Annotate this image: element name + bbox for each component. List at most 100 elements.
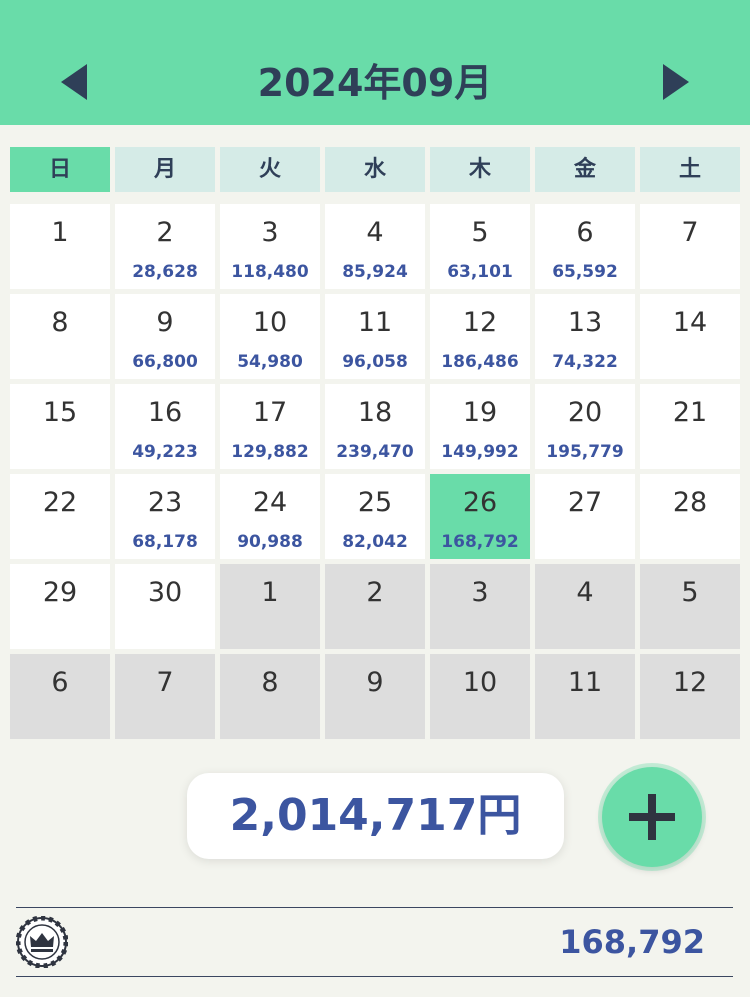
calendar-day-cell[interactable]: 12 186,486: [430, 294, 530, 379]
calendar-day-cell[interactable]: 21: [640, 384, 740, 469]
calendar-day-cell[interactable]: 6: [10, 654, 110, 739]
day-number: 13: [567, 307, 603, 338]
calendar-day-cell[interactable]: 6 65,592: [535, 204, 635, 289]
calendar-day-cell[interactable]: 1: [10, 204, 110, 289]
calendar-day-cell[interactable]: 12: [640, 654, 740, 739]
day-number: 4: [366, 217, 384, 248]
day-number: 2: [366, 577, 384, 608]
day-amount: 65,592: [552, 262, 618, 282]
day-number: 8: [261, 667, 279, 698]
day-number: 25: [357, 487, 393, 518]
calendar-day-cell[interactable]: 22: [10, 474, 110, 559]
day-number: 3: [261, 217, 279, 248]
footer-day-value: 168,792: [559, 923, 705, 961]
day-number: 27: [567, 487, 603, 518]
monthly-total: 2,014,717円: [187, 773, 564, 859]
day-number: 19: [462, 397, 498, 428]
calendar-day-cell[interactable]: 24 90,988: [220, 474, 320, 559]
day-number: 9: [156, 307, 174, 338]
day-number: 24: [252, 487, 288, 518]
weekday-fri: 金: [535, 147, 635, 192]
calendar-day-cell[interactable]: 19 149,992: [430, 384, 530, 469]
calendar-day-cell[interactable]: 28: [640, 474, 740, 559]
day-number: 29: [42, 577, 78, 608]
day-number: 3: [471, 577, 489, 608]
day-number: 12: [672, 667, 708, 698]
day-number: 9: [366, 667, 384, 698]
day-number: 18: [357, 397, 393, 428]
calendar-day-cell[interactable]: 4: [535, 564, 635, 649]
day-amount: 149,992: [441, 442, 519, 462]
day-number: 1: [261, 577, 279, 608]
calendar-day-cell[interactable]: 23 68,178: [115, 474, 215, 559]
day-number: 20: [567, 397, 603, 428]
calendar-day-cell-today[interactable]: 26 168,792: [430, 474, 530, 559]
calendar-day-cell[interactable]: 3: [430, 564, 530, 649]
calendar-day-cell[interactable]: 5: [640, 564, 740, 649]
day-number: 4: [576, 577, 594, 608]
day-amount: 85,924: [342, 262, 408, 282]
calendar-day-cell[interactable]: 5 63,101: [430, 204, 530, 289]
day-amount: 239,470: [336, 442, 414, 462]
add-entry-button[interactable]: [602, 767, 702, 867]
day-number: 12: [462, 307, 498, 338]
day-number: 10: [462, 667, 498, 698]
calendar-day-cell[interactable]: 10: [430, 654, 530, 739]
calendar-day-cell[interactable]: 16 49,223: [115, 384, 215, 469]
calendar-day-cell[interactable]: 9: [325, 654, 425, 739]
day-amount: 28,628: [132, 262, 198, 282]
calendar-day-cell[interactable]: 27: [535, 474, 635, 559]
triangle-right-icon: [663, 64, 689, 100]
calendar-day-cell[interactable]: 7: [115, 654, 215, 739]
day-amount: 118,480: [231, 262, 309, 282]
day-number: 7: [156, 667, 174, 698]
calendar-day-cell[interactable]: 10 54,980: [220, 294, 320, 379]
calendar-day-cell[interactable]: 13 74,322: [535, 294, 635, 379]
crown-badge-icon: [16, 916, 68, 968]
weekday-wed: 水: [325, 147, 425, 192]
calendar-day-cell[interactable]: 1: [220, 564, 320, 649]
day-number: 5: [681, 577, 699, 608]
month-title: 2024年09月: [257, 61, 493, 105]
calendar-day-cell[interactable]: 30: [115, 564, 215, 649]
calendar-day-cell[interactable]: 8: [10, 294, 110, 379]
calendar-day-cell[interactable]: 11: [535, 654, 635, 739]
weekday-thu: 木: [430, 147, 530, 192]
triangle-left-icon: [61, 64, 87, 100]
calendar-day-cell[interactable]: 4 85,924: [325, 204, 425, 289]
weekday-sat: 土: [640, 147, 740, 192]
day-number: 6: [51, 667, 69, 698]
calendar-day-cell[interactable]: 2 28,628: [115, 204, 215, 289]
day-amount: 68,178: [132, 532, 198, 552]
calendar-day-cell[interactable]: 2: [325, 564, 425, 649]
day-number: 26: [462, 487, 498, 518]
calendar-day-cell[interactable]: 15: [10, 384, 110, 469]
calendar-day-cell[interactable]: 20 195,779: [535, 384, 635, 469]
day-amount: 129,882: [231, 442, 309, 462]
day-number: 11: [567, 667, 603, 698]
calendar-day-cell[interactable]: 3 118,480: [220, 204, 320, 289]
next-month-button[interactable]: [655, 62, 695, 102]
calendar-day-cell[interactable]: 9 66,800: [115, 294, 215, 379]
day-amount: 186,486: [441, 352, 519, 372]
day-number: 7: [681, 217, 699, 248]
day-number: 17: [252, 397, 288, 428]
calendar-day-cell[interactable]: 29: [10, 564, 110, 649]
weekday-tue: 火: [220, 147, 320, 192]
day-number: 6: [576, 217, 594, 248]
calendar-day-cell[interactable]: 18 239,470: [325, 384, 425, 469]
crown-badge-button[interactable]: [16, 916, 68, 968]
weekday-sun: 日: [10, 147, 110, 192]
calendar-day-cell[interactable]: 25 82,042: [325, 474, 425, 559]
calendar-day-cell[interactable]: 17 129,882: [220, 384, 320, 469]
prev-month-button[interactable]: [55, 62, 95, 102]
calendar-day-cell[interactable]: 14: [640, 294, 740, 379]
calendar-day-cell[interactable]: 8: [220, 654, 320, 739]
day-amount: 66,800: [132, 352, 198, 372]
calendar-day-cell[interactable]: 7: [640, 204, 740, 289]
day-number: 15: [42, 397, 78, 428]
day-amount: 54,980: [237, 352, 303, 372]
day-amount: 195,779: [546, 442, 624, 462]
calendar-day-cell[interactable]: 11 96,058: [325, 294, 425, 379]
day-number: 5: [471, 217, 489, 248]
